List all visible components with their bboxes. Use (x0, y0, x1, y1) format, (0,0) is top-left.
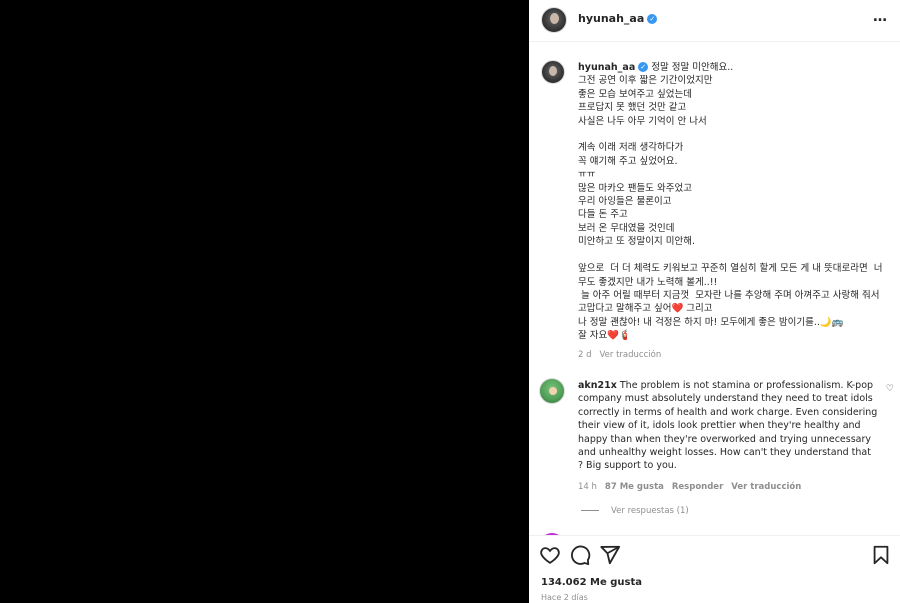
comment-username[interactable]: akn21x (578, 380, 617, 391)
caption-text-wrap: hyunah_aa ✓ 정말 정말 미안해요.. 그전 공연 이후 짧은 기간이었… (578, 61, 890, 362)
post-header: hyunah_aa ✓ … (529, 0, 900, 42)
more-options-icon[interactable]: … (873, 9, 888, 25)
verified-icon: ✓ (638, 62, 649, 72)
caption-username[interactable]: hyunah_aa (578, 62, 635, 73)
post-panel: hyunah_aa ✓ … hyunah_aa ✓ 정말 정말 미안해요.. 그전 … (529, 0, 900, 603)
post-time: Hace 2 días (541, 593, 588, 602)
view-replies[interactable]: Ver respuestas (1) (581, 506, 689, 516)
caption-translate-link[interactable]: Ver traducción (600, 350, 662, 360)
comment-heart-icon[interactable]: ♡ (886, 384, 894, 394)
caption-age: 2 d (578, 349, 592, 360)
replies-divider (581, 510, 599, 511)
comment-meta: 14 h 87 Me gusta Responder Ver traducción (578, 481, 878, 494)
commenter-avatar[interactable] (539, 378, 565, 404)
caption-meta: 2 d Ver traducción (578, 349, 890, 362)
heart-icon[interactable] (539, 544, 561, 566)
comment-reply-link[interactable]: Responder (672, 482, 723, 492)
post-media[interactable] (0, 0, 529, 603)
caption-avatar[interactable] (541, 60, 565, 84)
view-replies-label[interactable]: Ver respuestas (1) (611, 506, 689, 516)
author-avatar[interactable] (541, 7, 567, 33)
verified-icon: ✓ (647, 14, 658, 24)
action-bar: 134.062 Me gusta Hace 2 días (529, 535, 900, 603)
author-username-wrap[interactable]: hyunah_aa ✓ (578, 12, 658, 25)
bookmark-icon[interactable] (870, 544, 892, 566)
comment-age: 14 h (578, 481, 597, 492)
author-username[interactable]: hyunah_aa (578, 12, 644, 25)
comment-text-wrap: akn21x The problem is not stamina or pro… (578, 379, 878, 494)
comment-likes[interactable]: 87 Me gusta (605, 482, 664, 492)
likes-count[interactable]: 134.062 Me gusta (541, 577, 642, 588)
comment-translate-link[interactable]: Ver traducción (731, 482, 801, 492)
caption-text: 정말 정말 미안해요.. 그전 공연 이후 짧은 기간이었지만 좋은 모습 보여… (578, 62, 883, 342)
share-icon[interactable] (599, 544, 621, 566)
comment-icon[interactable] (569, 544, 591, 566)
comment-body: The problem is not stamina or profession… (578, 380, 878, 472)
